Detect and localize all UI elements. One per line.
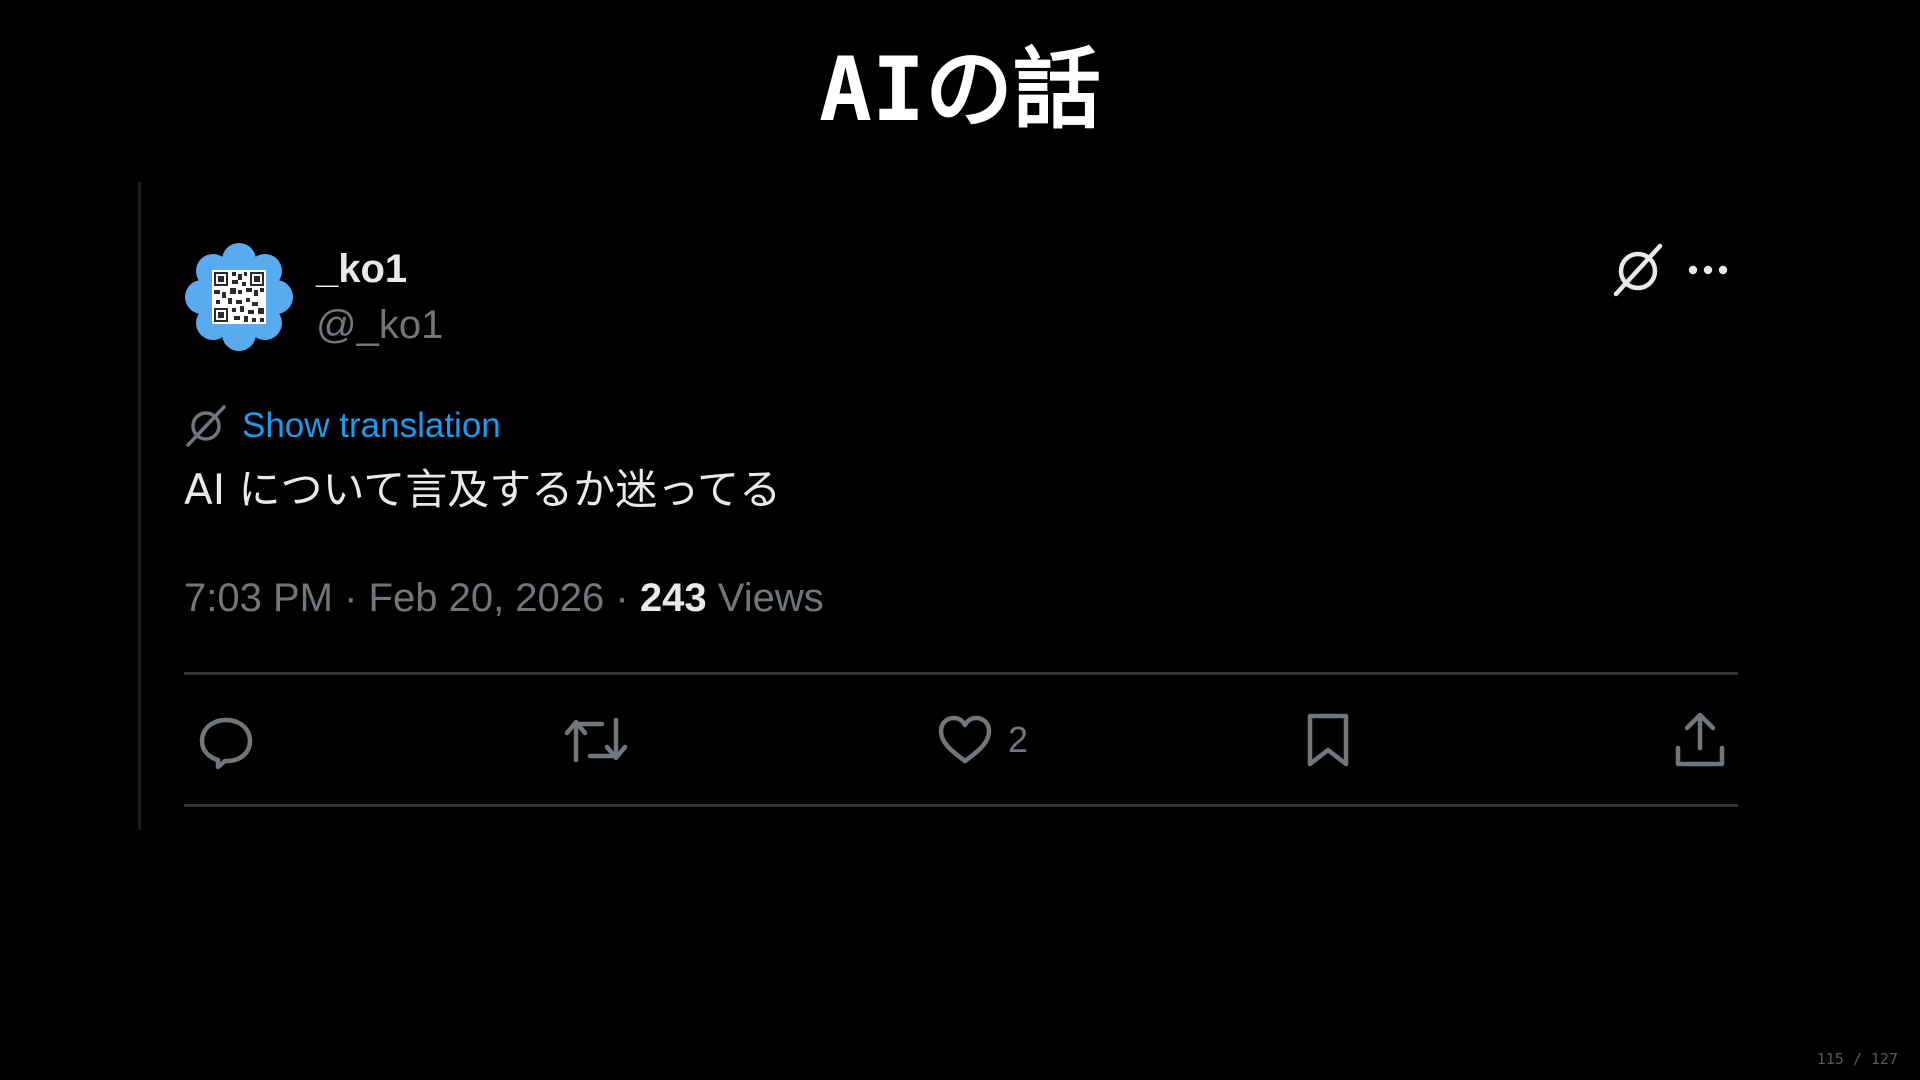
action-bar: 2 xyxy=(184,675,1738,804)
reply-icon xyxy=(199,717,253,770)
divider-bottom xyxy=(184,804,1738,807)
translate-icon xyxy=(186,405,226,447)
quote-bar xyxy=(138,182,141,830)
bookmark-button[interactable] xyxy=(1302,709,1354,771)
share-icon xyxy=(1675,712,1725,767)
repost-button[interactable] xyxy=(562,709,630,771)
grok-icon xyxy=(1613,243,1663,297)
repost-icon xyxy=(564,717,628,763)
tweet-time[interactable]: 7:03 PM xyxy=(184,576,333,620)
like-count: 2 xyxy=(1008,719,1029,760)
tweet-meta: 7:03 PM · Feb 20, 2026 · 243 Views xyxy=(184,570,824,626)
views-count[interactable]: 243 xyxy=(640,576,707,620)
grok-button[interactable] xyxy=(1610,242,1666,298)
avatar[interactable] xyxy=(184,242,294,352)
more-horizontal-icon xyxy=(1688,265,1728,275)
heart-icon xyxy=(938,715,992,764)
meta-separator: · xyxy=(615,576,629,620)
bookmark-icon xyxy=(1307,713,1349,767)
meta-separator: · xyxy=(344,576,358,620)
views-label[interactable]: Views xyxy=(718,576,824,620)
qr-code-flower-avatar-icon xyxy=(185,243,293,351)
display-name[interactable]: _ko1 xyxy=(316,244,407,294)
more-options-button[interactable] xyxy=(1684,252,1732,288)
tweet-text: AI について言及するか迷ってる xyxy=(184,465,782,514)
like-button[interactable]: 2 xyxy=(936,709,1028,771)
show-translation-link[interactable]: Show translation xyxy=(242,402,501,450)
user-handle[interactable]: @_ko1 xyxy=(316,300,443,350)
translate-row: Show translation xyxy=(184,402,501,450)
share-button[interactable] xyxy=(1672,709,1728,771)
reply-button[interactable] xyxy=(196,709,256,771)
tweet-date[interactable]: Feb 20, 2026 xyxy=(369,576,605,620)
page-counter: 115 / 127 xyxy=(1816,1050,1898,1068)
tweet-card: _ko1 @_ko1 Show translation AI について言及するか… xyxy=(184,240,1738,820)
slide-title: AIの話 xyxy=(819,38,1101,141)
